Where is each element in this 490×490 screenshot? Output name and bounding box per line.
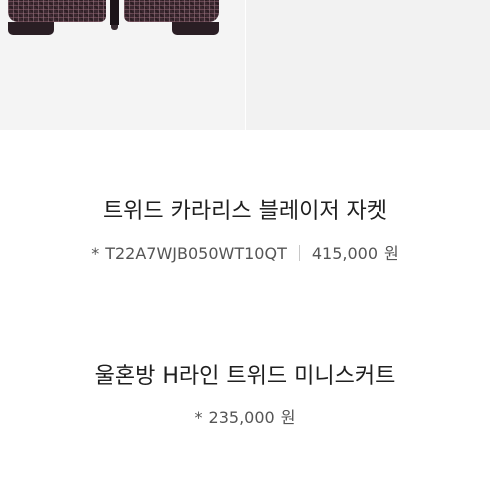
product-price: 415,000 [311,244,379,263]
jacket-zipper-pull [111,25,118,30]
bullet-mark: * [91,244,100,263]
price-currency: 원 [384,244,399,263]
jacket-zipper [110,0,119,25]
product-meta-skirt: * 235,000 원 [0,404,490,428]
price-currency: 원 [280,408,296,427]
jacket-hem-left [8,22,54,35]
jacket-left-front [8,0,106,22]
meta-divider [298,245,300,261]
jacket-image[interactable] [0,0,245,130]
jacket-hem-right [172,22,219,35]
product-price: 235,000 [208,408,275,427]
skirt-image[interactable] [246,0,490,130]
product-title-skirt[interactable]: 울혼방 H라인 트위드 미니스커트 [0,358,490,390]
bullet-mark: * [194,408,203,427]
product-title-jacket[interactable]: 트위드 카라리스 블레이저 자켓 [0,193,490,225]
product-code: T22A7WJB050WT10QT [105,244,287,263]
product-images [0,0,490,130]
jacket-right-front [124,0,219,22]
product-meta-jacket: * T22A7WJB050WT10QT 415,000 원 [0,240,490,264]
